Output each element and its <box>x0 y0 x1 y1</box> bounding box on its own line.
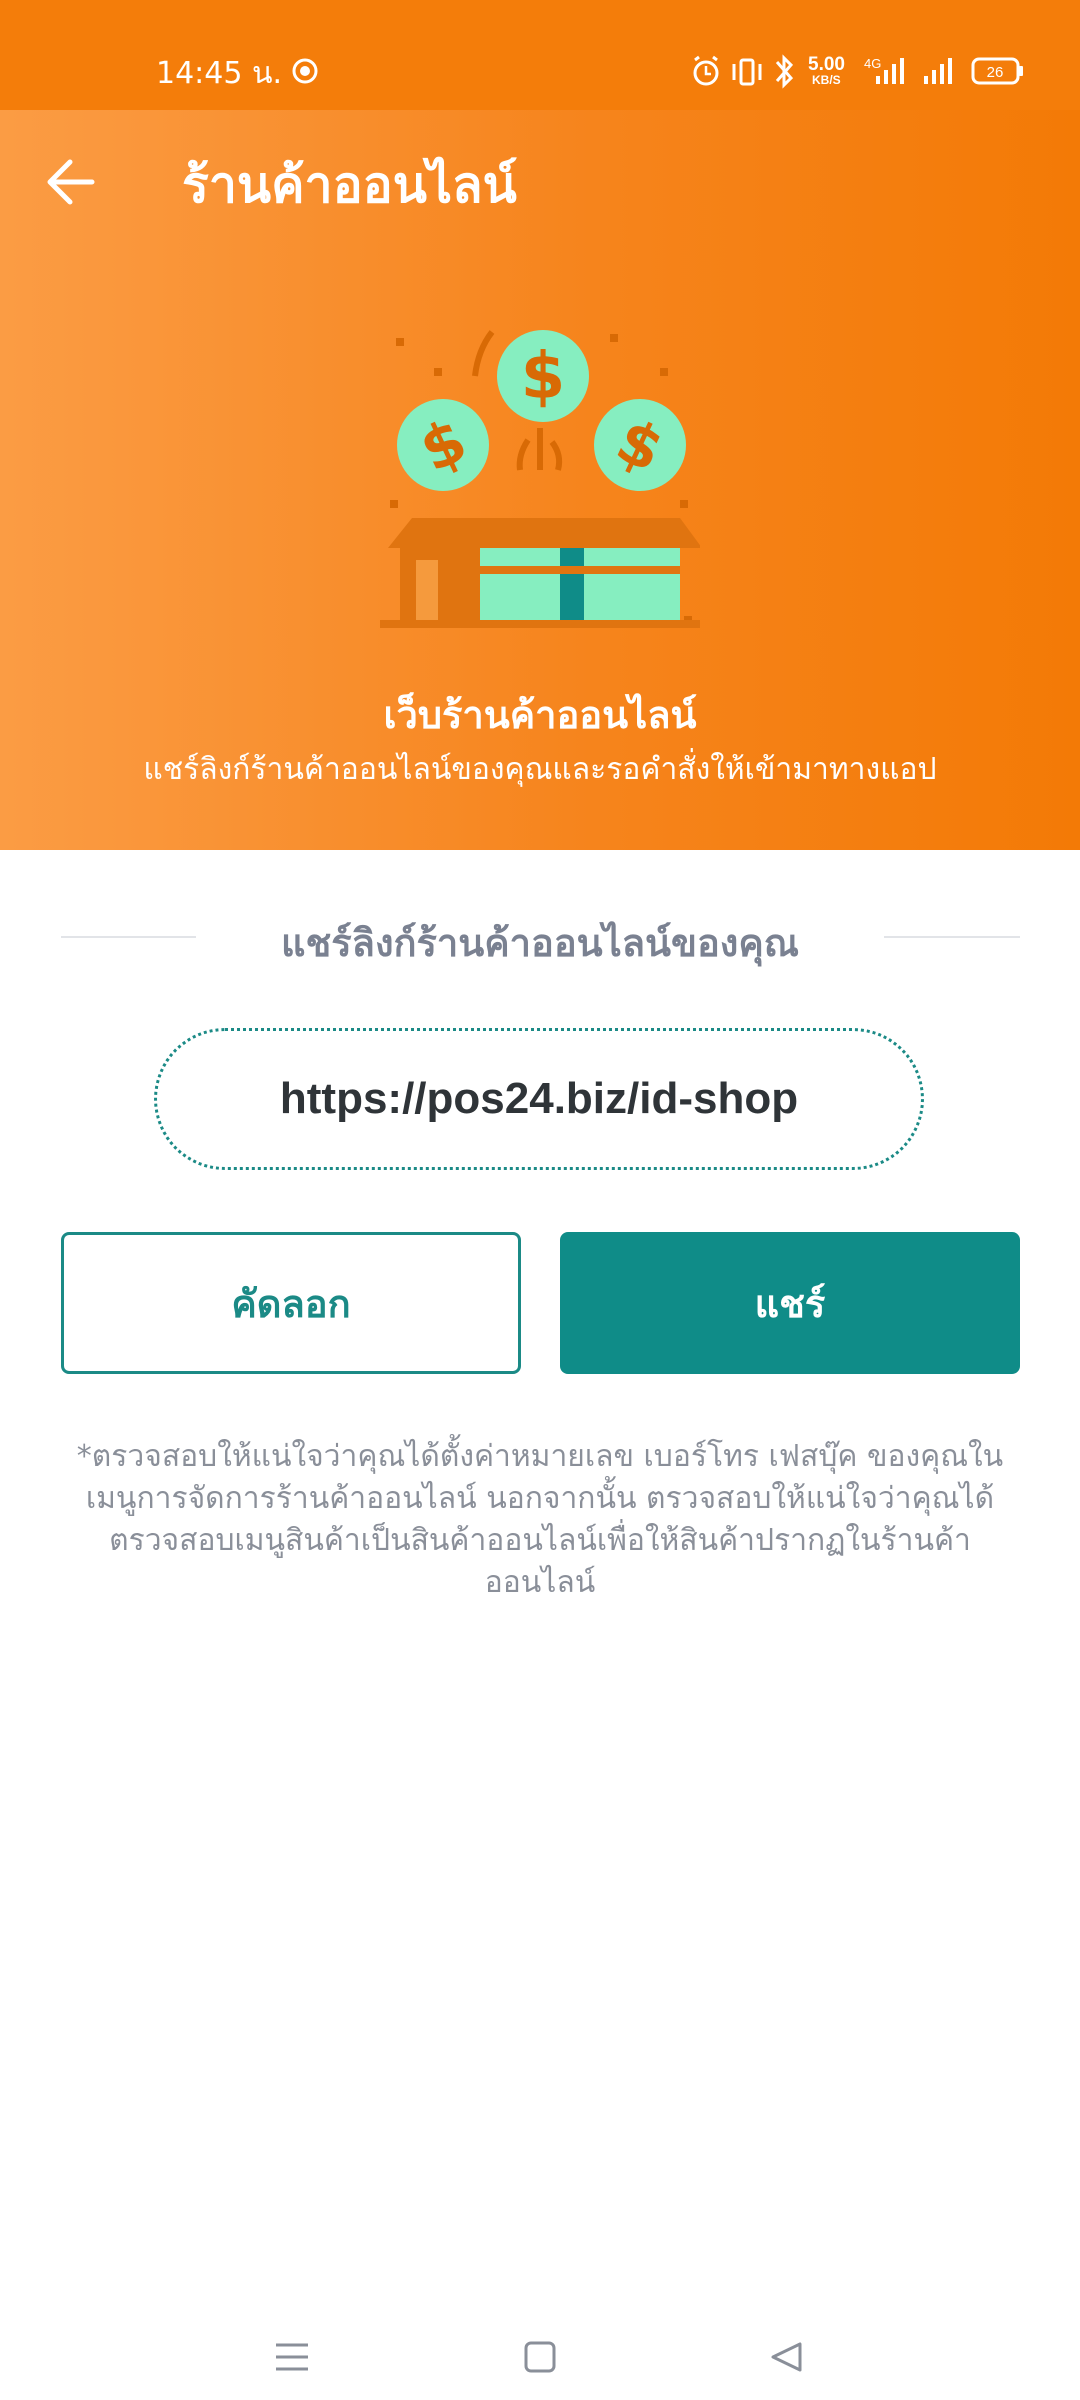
battery-icon: 26 <box>971 57 1023 85</box>
back-triangle-icon[interactable] <box>771 2342 802 2372</box>
page-title: ร้านค้าออนไลน์ <box>182 156 517 214</box>
signal-icon-2 <box>924 58 952 84</box>
hero-title: เว็บร้านค้าออนไลน์ <box>383 693 697 737</box>
share-button[interactable]: แชร์ <box>560 1232 1020 1374</box>
shop-url[interactable]: https://pos24.biz/id-shop <box>280 1074 798 1124</box>
money-shop-icon: $ $ $ <box>380 330 700 628</box>
menu-icon[interactable] <box>276 2343 308 2371</box>
hero-subtitle: แชร์ลิงก์ร้านค้าออนไลน์ของคุณและรอคำสั่ง… <box>143 752 937 787</box>
net-speed: 5.00 <box>808 54 845 75</box>
system-nav-bar <box>276 2341 802 2373</box>
status-bar: 14:45 น. 5.00 KB/S 4G 26 <box>0 0 1080 110</box>
copy-button[interactable]: คัดลอก <box>61 1232 521 1374</box>
shop-url-box[interactable]: https://pos24.biz/id-shop <box>154 1028 924 1170</box>
bluetooth-icon <box>775 54 794 89</box>
vibrate-icon <box>732 58 762 86</box>
target-icon <box>292 58 318 84</box>
share-section-heading: แชร์ลิงก์ร้านค้าออนไลน์ของคุณ <box>280 921 800 965</box>
status-icons: 5.00 KB/S 4G 26 <box>292 54 1023 89</box>
battery-level: 26 <box>987 64 1004 81</box>
note-text: *ตรวจสอบให้แน่ใจว่าคุณได้ตั้งค่าหมายเลข … <box>76 1439 1004 1600</box>
net-unit: KB/S <box>812 73 841 87</box>
network-type: 4G <box>864 56 881 71</box>
svg-text:$: $ <box>521 340 566 414</box>
back-arrow-icon[interactable] <box>40 150 104 214</box>
alarm-icon <box>693 55 719 86</box>
home-square-icon[interactable] <box>524 2341 556 2373</box>
